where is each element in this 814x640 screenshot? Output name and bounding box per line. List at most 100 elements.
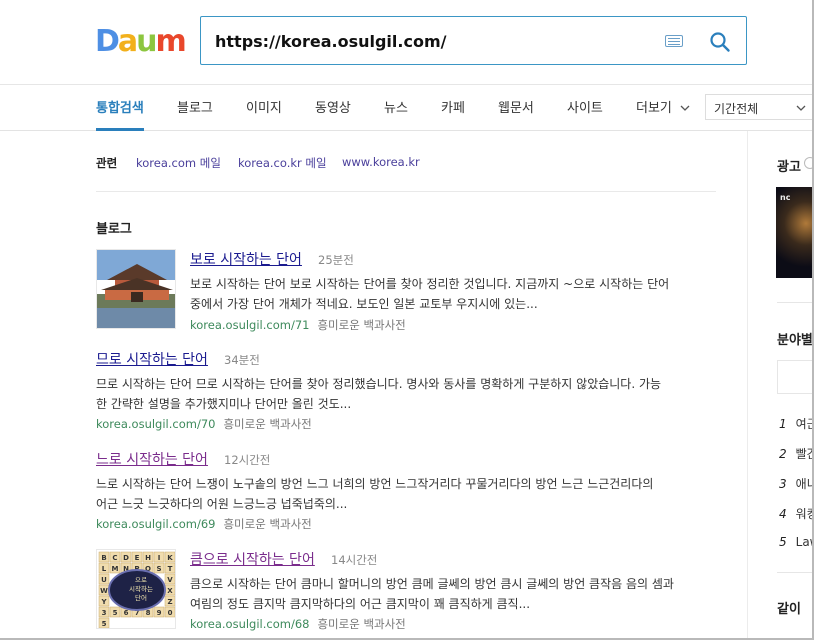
letter-tile: H	[142, 551, 154, 563]
rank-number: 5	[779, 535, 787, 549]
tile-letter: 5	[102, 620, 107, 628]
result-thumbnail-temple[interactable]	[96, 249, 176, 329]
ranking-item[interactable]: 2 빨간	[779, 445, 814, 462]
tile-letter: K	[167, 554, 173, 562]
result-title[interactable]: 큼으로 시작하는 단어	[190, 549, 315, 569]
result-category[interactable]: 흥미로운 백과사전	[317, 617, 405, 631]
result-url[interactable]: korea.osulgil.com/71	[190, 318, 309, 332]
letter-tile: 9	[153, 606, 165, 618]
result-meta: korea.osulgil.com/69 흥미로운 백과사전	[96, 516, 312, 532]
search-tabs: 통합검색 블로그 이미지 동영상 뉴스 카페 웹문서 사이트 더보기 기간전체	[0, 85, 814, 131]
chevron-down-icon	[680, 105, 690, 111]
tile-letter: D	[123, 554, 129, 562]
related-link-korea-kr[interactable]: www.korea.kr	[342, 155, 420, 169]
related-link-korea-com[interactable]: korea.com 메일	[136, 155, 221, 171]
tile-letter: M	[112, 565, 119, 573]
chevron-down-icon	[796, 105, 806, 111]
result-url[interactable]: korea.osulgil.com/70	[96, 417, 215, 431]
result-url[interactable]: korea.osulgil.com/69	[96, 517, 215, 531]
tab-cafe[interactable]: 카페	[441, 97, 465, 116]
result-meta: korea.osulgil.com/68 흥미로운 백과사전	[190, 616, 406, 632]
letter-tile: T	[164, 562, 175, 574]
tab-video[interactable]: 동영상	[315, 97, 351, 116]
related-label: 관련	[96, 156, 118, 170]
snippet-line: 느로 시작하는 단어 느쟁이 노구솥의 방언 느그 너희의 방언 느그작거리다 …	[96, 477, 654, 491]
letter-tile: 5	[98, 617, 110, 628]
result-url[interactable]: korea.osulgil.com/68	[190, 617, 309, 631]
snippet-line: 한 간략한 설명을 추가했지미나 단어만 올린 것도...	[96, 397, 352, 411]
active-tab-indicator	[96, 128, 144, 131]
tile-letter: S	[156, 565, 161, 573]
letter-tile: X	[164, 584, 175, 596]
tile-letter: Y	[100, 598, 107, 606]
tab-site[interactable]: 사이트	[567, 97, 603, 116]
tile-letter: U	[101, 576, 107, 584]
daum-logo[interactable]: Daum	[95, 24, 187, 59]
result-snippet: 보로 시작하는 단어 보로 시작하는 단어를 찾아 정리한 것입니다. 지금까지…	[190, 274, 720, 314]
result-meta: korea.osulgil.com/71 흥미로운 백과사전	[190, 317, 406, 333]
tile-letter: X	[167, 587, 173, 595]
letter-tile: M	[109, 562, 121, 574]
tile-letter: T	[168, 565, 173, 573]
snippet-line: 큼으로 시작하는 단어 큼마니 할머니의 방언 큼메 글쎄의 방언 큼시 글쎄의…	[190, 577, 674, 591]
tab-more[interactable]: 더보기	[636, 97, 690, 116]
period-select[interactable]: 기간전체	[705, 94, 814, 120]
related-link-korea-co-kr[interactable]: korea.co.kr 메일	[238, 155, 327, 171]
letter-tile: C	[109, 551, 121, 563]
thumb-overlay-text: 단어	[135, 593, 147, 602]
category-tabs[interactable]	[777, 360, 814, 394]
rank-number: 1	[779, 417, 787, 431]
result-category[interactable]: 흥미로운 백과사전	[223, 517, 311, 531]
tab-blog[interactable]: 블로그	[177, 97, 213, 116]
result-snippet: 므로 시작하는 단어 므로 시작하는 단어를 찾아 정리했습니다. 명사와 동사…	[96, 374, 716, 414]
result-thumbnail-tiles[interactable]: BCDEHIKLMNPQSTUVWXYZ35678905으로시작하는단어	[96, 549, 176, 629]
ranking-item[interactable]: 1 여근	[779, 415, 814, 432]
search-icon[interactable]	[709, 31, 731, 53]
result-category[interactable]: 흥미로운 백과사전	[223, 417, 311, 431]
rank-number: 4	[779, 507, 787, 521]
tab-image[interactable]: 이미지	[246, 97, 282, 116]
ranking-item[interactable]: 5Law	[779, 535, 814, 549]
tile-letter: L	[102, 565, 107, 573]
search-input[interactable]	[215, 28, 635, 54]
tile-letter: 0	[168, 609, 173, 617]
tile-letter: 5	[113, 609, 118, 617]
ad-title: 광고	[777, 160, 801, 175]
thumb-overlay-text: 시작하는	[129, 584, 153, 593]
rank-number: 3	[779, 477, 787, 491]
tile-letter: 9	[157, 609, 162, 617]
ad-banner[interactable]: nc	[776, 187, 814, 278]
tile-letter: 8	[146, 609, 151, 617]
tab-web[interactable]: 웹문서	[498, 97, 534, 116]
letter-tile: K	[164, 551, 175, 563]
tab-news[interactable]: 뉴스	[384, 97, 408, 116]
period-select-value: 기간전체	[714, 102, 759, 116]
result-time: 34분전	[224, 353, 260, 367]
logo-letter-u: u	[136, 24, 157, 59]
result-category[interactable]: 흥미로운 백과사전	[317, 318, 405, 332]
ranking-item[interactable]: 4 워킹	[779, 505, 814, 522]
snippet-line: 므로 시작하는 단어 므로 시작하는 단어를 찾아 정리했습니다. 명사와 동사…	[96, 377, 662, 391]
tile-letter: Z	[167, 598, 172, 606]
logo-letter-d: D	[95, 24, 120, 59]
result-title[interactable]: 보로 시작하는 단어	[190, 249, 302, 269]
letter-tile: 3	[98, 606, 110, 618]
letter-tile: 5	[109, 606, 121, 618]
logo-letter-m: m	[155, 24, 187, 59]
letter-tile: Z	[164, 595, 175, 607]
sidebar-separator	[777, 572, 814, 573]
tab-more-label: 더보기	[636, 101, 672, 116]
tile-letter: 3	[102, 609, 107, 617]
tile-letter: H	[145, 554, 151, 562]
ranking-item[interactable]: 3 애니	[779, 475, 814, 492]
thumb-overlay-text: 으로	[135, 576, 147, 584]
result-title[interactable]: 므로 시작하는 단어	[96, 349, 208, 369]
result-title[interactable]: 느로 시작하는 단어	[96, 449, 208, 469]
letter-tile: U	[98, 573, 110, 585]
tile-letter: B	[101, 554, 106, 562]
tab-integrated[interactable]: 통합검색	[96, 97, 144, 116]
keyboard-icon[interactable]	[665, 35, 683, 47]
letter-tile: S	[153, 562, 165, 574]
tile-letter: W	[100, 587, 108, 595]
letter-tile: V	[164, 573, 175, 585]
